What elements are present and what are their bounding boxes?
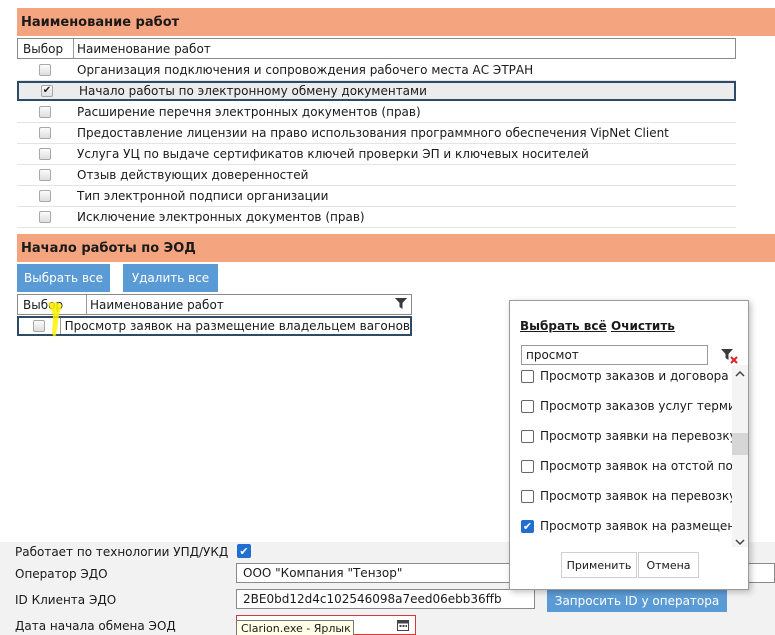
works-row-4[interactable]: Услуга УЦ по выдаче сертификатов ключей … xyxy=(17,144,736,165)
start-date-label: Дата начала обмена ЭОД xyxy=(15,619,176,633)
works-checkbox-3[interactable] xyxy=(39,127,51,139)
operator-label: Оператор ЭДО xyxy=(15,567,108,581)
checkmark-icon: ✔ xyxy=(522,519,533,533)
popup-option-label-2: Просмотр заявки на перевозку ( xyxy=(540,429,732,443)
upd-checkbox[interactable]: ✔ xyxy=(237,544,251,558)
works-row-label-1: Начало работы по электронному обмену док… xyxy=(79,84,427,98)
clear-filter-icon[interactable] xyxy=(720,347,738,365)
popup-option-checkbox-3[interactable] xyxy=(521,459,534,473)
works-row-label-3: Предоставление лицензии на право использ… xyxy=(77,126,669,140)
works-row-1[interactable]: ✔ Начало работы по электронному обмену д… xyxy=(17,81,736,101)
eod-section-header: Начало работы по ЭОД xyxy=(17,234,775,262)
works-row-0[interactable]: Организация подключения и сопровождения … xyxy=(17,60,736,81)
eod-row-label-0: Просмотр заявок на размещение владельцем… xyxy=(64,319,410,333)
popup-option-label-5: Просмотр заявок на размещени xyxy=(540,519,732,533)
popup-scroll-thumb[interactable] xyxy=(732,433,748,455)
delete-all-button[interactable]: Удалить все xyxy=(123,264,218,292)
eod-row-0[interactable]: Просмотр заявок на размещение владельцем… xyxy=(17,316,412,336)
popup-cancel-button[interactable]: Отмена xyxy=(638,552,699,578)
works-row-label-5: Отзыв действующих доверенностей xyxy=(77,168,309,182)
works-row-label-6: Тип электронной подписи организации xyxy=(77,189,329,203)
checkmark-icon: ✔ xyxy=(239,544,249,558)
filter-icon[interactable] xyxy=(395,297,407,312)
works-row-label-7: Исключение электронных документов (прав) xyxy=(77,210,365,224)
popup-options-list[interactable]: Просмотр заказов и договора на Просмотр … xyxy=(510,365,732,545)
scroll-up-icon[interactable] xyxy=(735,367,745,381)
scroll-down-icon[interactable] xyxy=(735,535,745,549)
popup-option-checkbox-2[interactable] xyxy=(521,429,534,443)
popup-apply-button[interactable]: Применить xyxy=(561,552,637,578)
popup-option-checkbox-5[interactable]: ✔ xyxy=(521,519,534,533)
works-row-5[interactable]: Отзыв действующих доверенностей xyxy=(17,165,736,186)
works-row-label-2: Расширение перечня электронных документо… xyxy=(77,105,421,119)
works-grid-header: Выбор Наименование работ xyxy=(17,38,736,59)
works-checkbox-4[interactable] xyxy=(39,148,51,160)
popup-search-input[interactable]: просмот xyxy=(521,345,708,365)
works-col-name[interactable]: Наименование работ xyxy=(74,39,735,58)
works-col-select[interactable]: Выбор xyxy=(18,39,74,58)
works-row-2[interactable]: Расширение перечня электронных документо… xyxy=(17,102,736,123)
highlight-mark xyxy=(48,302,62,337)
popup-option-4[interactable]: Просмотр заявок на перевозку ( xyxy=(521,489,732,503)
works-checkbox-6[interactable] xyxy=(39,190,51,202)
works-row-7[interactable]: Исключение электронных документов (прав) xyxy=(17,207,736,228)
popup-option-checkbox-0[interactable] xyxy=(521,369,534,383)
tooltip-text: Clarion.exe - Ярлык xyxy=(241,622,351,635)
popup-option-label-4: Просмотр заявок на перевозку ( xyxy=(540,489,732,503)
client-id-field[interactable]: 2BE0bd12d4c102546098a7eed06ebb36ffb xyxy=(236,589,535,609)
client-id-label: ID Клиента ЭДО xyxy=(15,593,117,607)
works-row-label-4: Услуга УЦ по выдаче сертификатов ключей … xyxy=(77,147,589,161)
works-checkbox-5[interactable] xyxy=(39,169,51,181)
popup-option-3[interactable]: Просмотр заявок на отстой пор xyxy=(521,459,732,473)
popup-clear-link[interactable]: Очистить xyxy=(611,319,675,333)
popup-option-0[interactable]: Просмотр заказов и договора на xyxy=(521,369,732,383)
popup-option-5[interactable]: ✔ Просмотр заявок на размещени xyxy=(521,519,732,533)
upd-label: Работает по технологии УПД/УКД xyxy=(15,545,229,559)
popup-search-value: просмот xyxy=(526,348,579,362)
popup-option-checkbox-1[interactable] xyxy=(521,399,534,413)
works-row-6[interactable]: Тип электронной подписи организации xyxy=(17,186,736,207)
popup-select-all-link[interactable]: Выбрать всё xyxy=(520,319,607,333)
popup-option-label-3: Просмотр заявок на отстой пор xyxy=(540,459,732,473)
popup-option-label-1: Просмотр заказов услуг термин xyxy=(540,399,732,413)
popup-option-1[interactable]: Просмотр заказов услуг термин xyxy=(521,399,732,413)
works-checkbox-0[interactable] xyxy=(39,64,51,76)
eod-col-name-label: Наименование работ xyxy=(90,297,224,312)
popup-option-checkbox-4[interactable] xyxy=(521,489,534,503)
client-id-value: 2BE0bd12d4c102546098a7eed06ebb36ffb xyxy=(243,592,502,606)
works-checkbox-1[interactable]: ✔ xyxy=(41,85,53,97)
popup-option-2[interactable]: Просмотр заявки на перевозку ( xyxy=(521,429,732,443)
eod-grid-header: Выбор Наименование работ xyxy=(17,294,412,315)
popup-option-label-0: Просмотр заказов и договора на xyxy=(540,369,732,383)
select-all-button[interactable]: Выбрать все xyxy=(17,264,110,292)
checkmark-icon: ✔ xyxy=(42,85,52,96)
works-checkbox-7[interactable] xyxy=(39,211,51,223)
eod-col-name[interactable]: Наименование работ xyxy=(87,295,411,314)
eod-section-title: Начало работы по ЭОД xyxy=(21,240,196,256)
operator-value: ООО "Компания "Тензор" xyxy=(243,566,403,580)
works-checkbox-2[interactable] xyxy=(39,106,51,118)
taskbar-tooltip: Clarion.exe - Ярлык xyxy=(236,620,354,635)
request-id-button[interactable]: Запросить ID у оператора xyxy=(547,589,727,612)
filter-popup: Выбрать всё Очистить просмот Просмотр за… xyxy=(509,300,749,590)
popup-scrollbar[interactable] xyxy=(732,365,748,547)
works-section-title: Наименование работ xyxy=(21,14,180,30)
works-section-header: Наименование работ xyxy=(17,8,775,36)
calendar-icon[interactable] xyxy=(392,616,414,634)
works-row-3[interactable]: Предоставление лицензии на право использ… xyxy=(17,123,736,144)
works-row-label-0: Организация подключения и сопровождения … xyxy=(77,63,534,77)
